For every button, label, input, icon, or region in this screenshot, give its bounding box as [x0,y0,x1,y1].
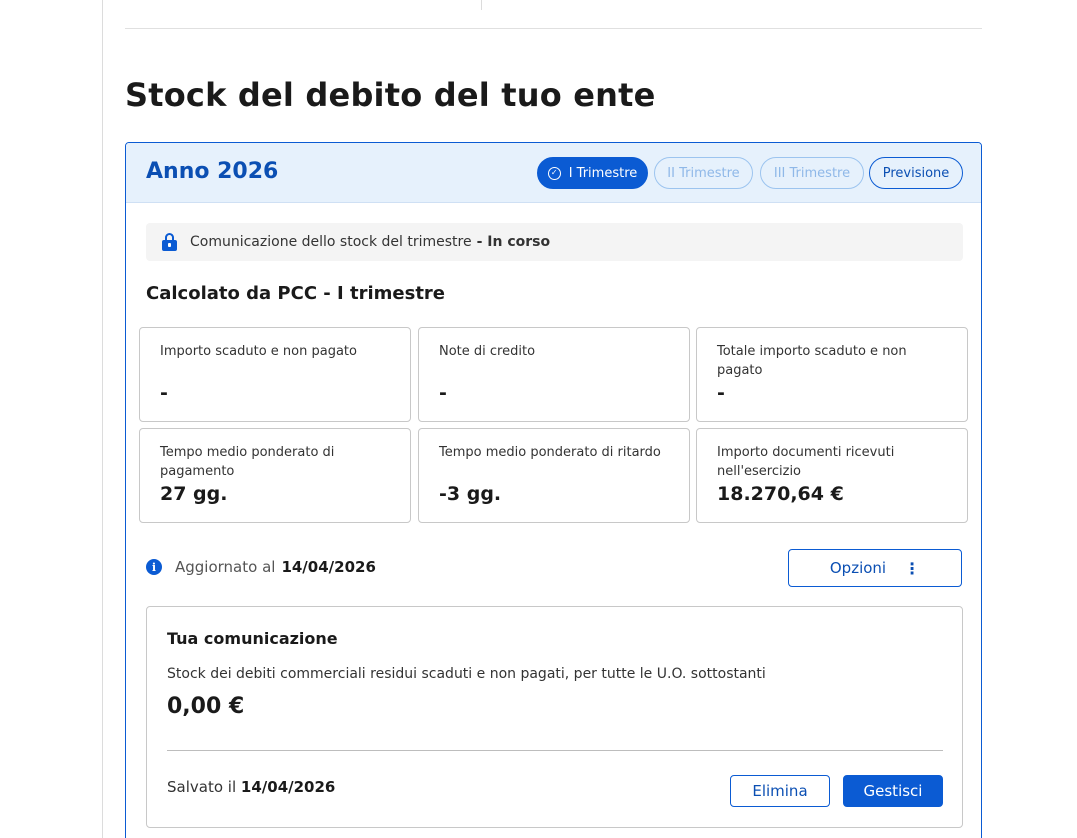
tab-previsione[interactable]: Previsione [869,157,963,189]
notice-status: - In corso [476,234,551,250]
stat-card-tempo-ritardo: Tempo medio ponderato di ritardo -3 gg. [418,428,690,523]
stat-value: - [717,382,725,404]
year-label: Anno 2026 [146,159,279,184]
info-icon: i [146,559,162,575]
tab-trimestre-1[interactable]: ✓ I Trimestre [537,157,648,189]
stat-card-note-credito: Note di credito - [418,327,690,422]
year-card: Anno 2026 ✓ I Trimestre II Trimestre III… [125,142,982,838]
check-circle-icon: ✓ [547,166,561,180]
tab-previsione-label: Previsione [882,165,950,181]
year-card-header: Anno 2026 ✓ I Trimestre II Trimestre III… [126,143,981,203]
tab-trimestre-1-label: I Trimestre [568,165,638,181]
tab-trimestre-3: III Trimestre [760,157,864,189]
stat-label: Tempo medio ponderato di ritardo [439,445,661,460]
options-label: Opzioni [829,559,887,577]
updated-info: i Aggiornato al 14/04/2026 [146,558,376,576]
stat-value: -3 gg. [439,483,502,505]
saved-date: 14/04/2026 [240,778,336,796]
stat-card-importo-documenti: Importo documenti ricevuti nell'esercizi… [696,428,968,523]
status-notice: Comunicazione dello stock del trimestre … [146,223,963,261]
stat-value: 27 gg. [160,483,228,505]
stat-card-importo-scaduto: Importo scaduto e non pagato - [139,327,411,422]
communication-description: Stock dei debiti commerciali residui sca… [167,666,766,682]
tab-trimestre-2-label: II Trimestre [667,165,740,181]
stat-value: - [160,382,168,404]
top-separator-tick [481,0,482,10]
calc-section-title: Calcolato da PCC - I trimestre [146,283,446,304]
stat-card-tempo-pagamento: Tempo medio ponderato di pagamento 27 gg… [139,428,411,523]
stat-label: Importo scaduto e non pagato [160,344,357,359]
updated-prefix: Aggiornato al [175,558,276,576]
saved-info: Salvato il 14/04/2026 [167,778,335,796]
saved-prefix: Salvato il [167,778,237,796]
communication-divider [167,750,943,751]
stat-label: Importo documenti ricevuti nell'esercizi… [717,445,895,479]
communication-amount: 0,00 € [167,694,245,719]
lock-icon [162,233,177,251]
left-border [102,0,103,838]
stat-value: 18.270,64 € [717,483,844,505]
stat-card-totale-scaduto: Totale importo scaduto e non pagato - [696,327,968,422]
manage-button[interactable]: Gestisci [843,775,943,807]
tab-trimestre-2: II Trimestre [654,157,753,189]
stat-label: Note di credito [439,344,536,359]
stat-label: Tempo medio ponderato di pagamento [160,445,335,479]
page-title: Stock del debito del tuo ente [125,76,656,114]
tab-trimestre-3-label: III Trimestre [773,165,851,181]
stat-label: Totale importo scaduto e non pagato [717,344,907,378]
updated-date: 14/04/2026 [281,558,376,576]
notice-text: Comunicazione dello stock del trimestre [190,234,472,250]
delete-button[interactable]: Elimina [730,775,830,807]
communication-card: Tua comunicazione Stock dei debiti comme… [146,606,963,828]
options-button[interactable]: Opzioni ⋮ [788,549,962,587]
top-divider [125,28,982,29]
stat-value: - [439,382,447,404]
more-vertical-icon: ⋮ [904,558,921,578]
communication-title: Tua comunicazione [167,629,338,648]
